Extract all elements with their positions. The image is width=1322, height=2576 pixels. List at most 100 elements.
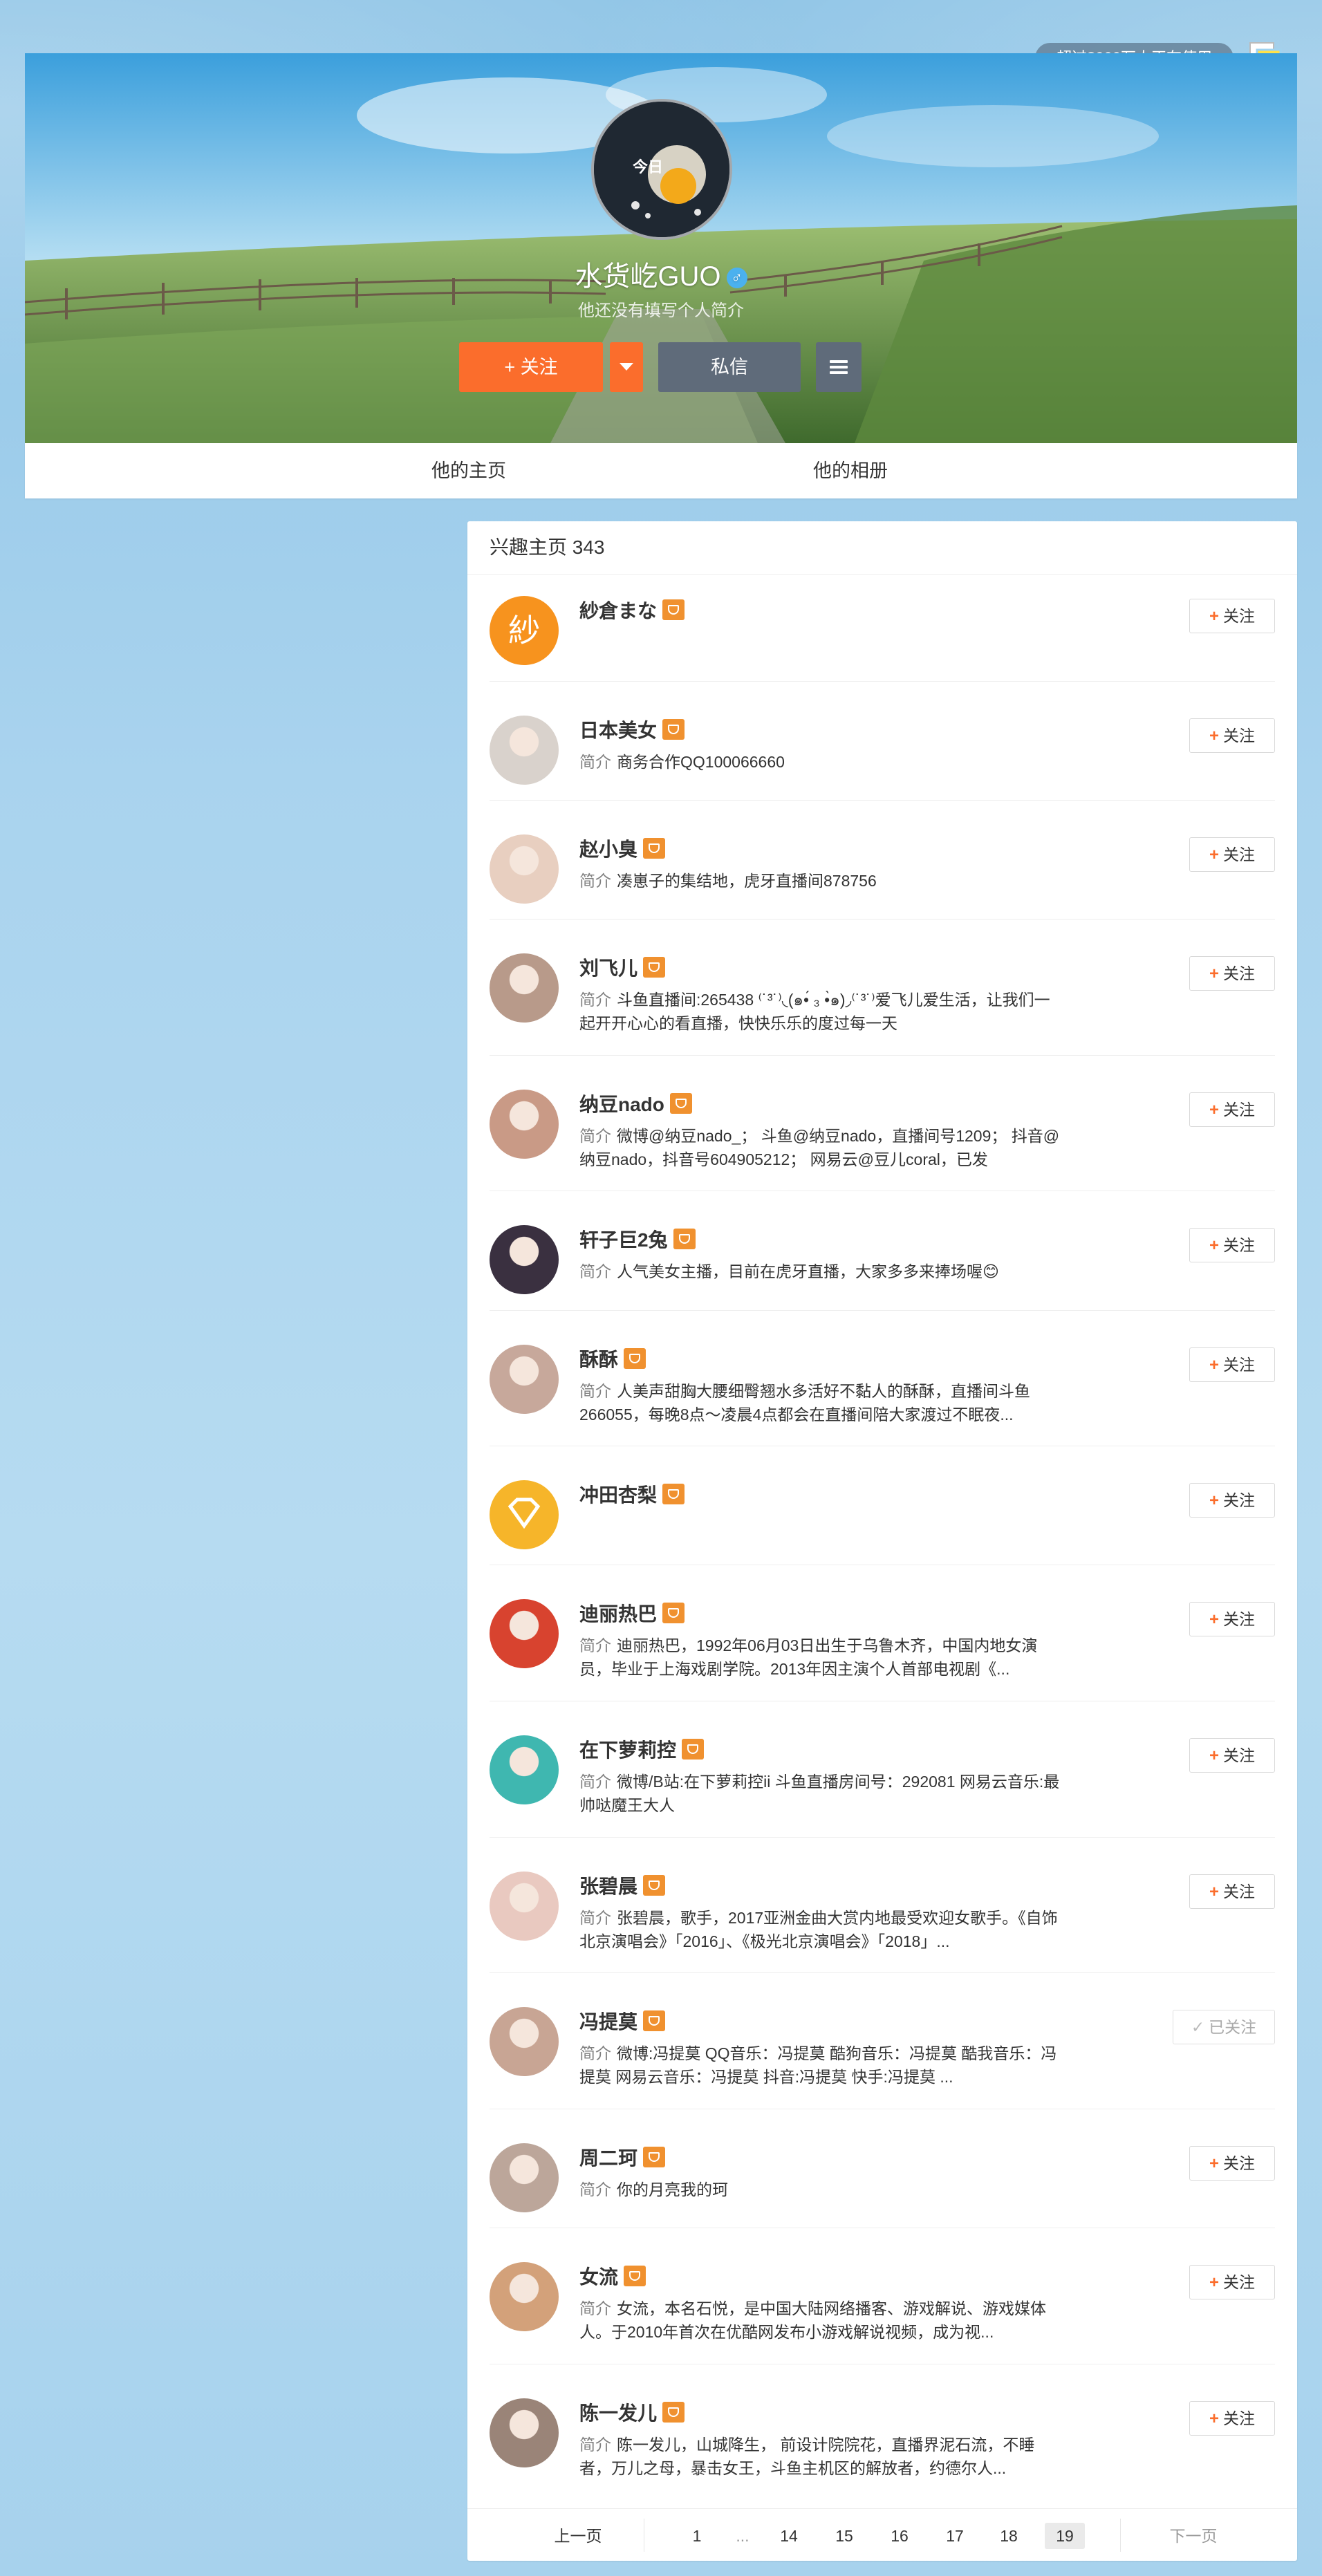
item-avatar[interactable] [490,1480,559,1549]
followed-button[interactable]: ✓ 已关注 [1173,2010,1275,2044]
item-avatar[interactable] [490,1872,559,1941]
item-name[interactable]: 刘飞儿 [579,953,666,979]
follow-dropdown-button[interactable] [610,342,643,392]
follow-item-button[interactable]: + 关注 [1189,1874,1275,1909]
divider [490,800,1275,801]
divider [490,1055,1275,1056]
item-avatar[interactable] [490,1090,559,1159]
item-avatar[interactable] [490,1345,559,1414]
follow-item-button[interactable]: + 关注 [1189,956,1275,991]
tab-home[interactable]: 他的主页 [431,443,506,498]
item-name-text[interactable]: 赵小臭 [579,839,637,860]
intro-text: 微博/B站:在下萝莉控ii 斗鱼直播房间号：292081 网易云音乐:最帅哒魔王… [579,1773,1060,1814]
tab-album[interactable]: 他的相册 [813,443,888,498]
intro-text: 女流，本名石悦，是中国大陆网络播客、游戏解说、游戏媒体人。于2010年首次在优酷… [579,2299,1046,2341]
item-name-text[interactable]: 女流 [579,2266,618,2288]
item-avatar[interactable]: 紗 [490,596,559,665]
item-name-text[interactable]: 刘飞儿 [579,958,637,979]
page-link[interactable]: 1 [683,2523,711,2549]
male-gender-icon: ♂ [726,268,747,289]
item-intro: 简介 陈一发儿，山城降生， 前设计院院花，直播界泥石流，不睡者，万儿之母，暴击女王… [579,2433,1063,2480]
follow-item-button[interactable]: + 关注 [1189,1347,1275,1382]
interest-pages-card: 兴趣主页 343 紗紗倉まな + 关注 日本美女 简介 商务合作QQ100066660 + 关… [467,521,1297,2561]
item-name-text[interactable]: 紗倉まな [579,600,657,622]
item-name[interactable]: 轩子巨2兔 [579,1225,696,1251]
intro-text: 你的月亮我的珂 [617,2181,728,2199]
follow-item-button[interactable]: + 关注 [1189,599,1275,633]
more-menu-button[interactable] [816,342,862,392]
item-name-text[interactable]: 酥酥 [579,1349,618,1370]
item-avatar[interactable] [490,953,559,1023]
item-intro: 简介 斗鱼直播间:265438 ⁽˙³˙⁾◟(๑•́ ₃ •̀๑)◞⁽˙³˙⁾爱飞… [579,988,1063,1035]
prev-page-button[interactable]: 上一页 [537,2523,620,2549]
item-intro: 简介 人气美女主播，目前在虎牙直播，大家多多来捧场喔😊 [579,1260,1063,1283]
follow-item-button[interactable]: + 关注 [1189,837,1275,872]
item-name[interactable]: 紗倉まな [579,596,685,622]
private-message-button[interactable]: 私信 [658,342,801,392]
item-name[interactable]: 纳豆nado [579,1090,692,1115]
page-link[interactable]: 17 [938,2523,972,2549]
divider [467,574,1297,575]
item-name[interactable]: 在下萝莉控 [579,1735,705,1761]
follow-label: 关注 [1223,1610,1255,1628]
check-icon: ✓ [1191,2018,1205,2036]
item-name[interactable]: 冲田杏梨 [579,1480,685,1506]
interest-badge-icon [643,957,666,978]
follow-item-button[interactable]: + 关注 [1189,718,1275,753]
follow-item-button[interactable]: + 关注 [1189,1602,1275,1636]
item-avatar[interactable] [490,2007,559,2076]
item-name-text[interactable]: 冲田杏梨 [579,1484,657,1506]
page-link[interactable]: 15 [827,2523,862,2549]
item-avatar[interactable] [490,1735,559,1804]
follow-item-button[interactable]: + 关注 [1189,1483,1275,1518]
item-name-text[interactable]: 陈一发儿 [579,2402,657,2424]
followed-label: 已关注 [1209,2018,1257,2036]
item-avatar[interactable] [490,834,559,904]
profile-avatar[interactable]: 今日 [591,99,732,240]
item-name-text[interactable]: 日本美女 [579,720,657,741]
follow-item-button[interactable]: + 关注 [1189,1092,1275,1127]
follow-item-button[interactable]: + 关注 [1189,2265,1275,2299]
item-avatar[interactable] [490,1225,559,1294]
plus-icon: + [1209,1883,1219,1901]
item-avatar[interactable] [490,2262,559,2331]
item-name-text[interactable]: 纳豆nado [579,1094,664,1115]
item-name-text[interactable]: 周二珂 [579,2147,637,2169]
follow-item-button[interactable]: + 关注 [1189,2401,1275,2436]
page-link[interactable]: 14 [772,2523,806,2549]
item-name-text[interactable]: 迪丽热巴 [579,1603,657,1625]
item-avatar[interactable] [490,2398,559,2467]
page-link-current[interactable]: 19 [1045,2523,1085,2549]
intro-label: 简介 [579,2299,611,2317]
interest-badge-icon [643,1875,666,1896]
follow-label: 关注 [1223,727,1255,745]
follow-item-button[interactable]: + 关注 [1189,1738,1275,1773]
item-name[interactable]: 冯提莫 [579,2007,666,2033]
item-avatar[interactable] [490,2143,559,2212]
item-name[interactable]: 迪丽热巴 [579,1599,685,1625]
item-name-text[interactable]: 轩子巨2兔 [579,1229,668,1251]
item-name[interactable]: 陈一发儿 [579,2398,685,2424]
item-name[interactable]: 酥酥 [579,1345,646,1370]
item-name[interactable]: 张碧晨 [579,1872,666,1897]
item-name-text[interactable]: 冯提莫 [579,2011,637,2033]
item-name-text[interactable]: 在下萝莉控 [579,1739,676,1761]
item-name[interactable]: 日本美女 [579,716,685,741]
interest-badge-icon [669,1093,692,1114]
item-intro: 简介 微博:冯提莫 QQ音乐：冯提莫 酷狗音乐：冯提莫 酷我音乐：冯提莫 网易云音… [579,2042,1063,2089]
plus-icon: + [1209,964,1219,983]
follow-item-button[interactable]: + 关注 [1189,2146,1275,2181]
follow-button[interactable]: + 关注 [459,342,603,392]
plus-icon: + [1209,2273,1219,2292]
profile-cover: 今日 水货屹GUO ♂ 他还没有填写个人简介 + 关注 私信 [25,53,1297,443]
item-name[interactable]: 女流 [579,2262,646,2288]
page-link[interactable]: 16 [882,2523,917,2549]
item-name[interactable]: 周二珂 [579,2143,666,2169]
page-link[interactable]: 18 [991,2523,1026,2549]
item-name[interactable]: 赵小臭 [579,834,666,860]
follow-item-button[interactable]: + 关注 [1189,1228,1275,1262]
item-intro: 简介 张碧晨，歌手，2017亚洲金曲大赏内地最受欢迎女歌手。《自饰北京演唱会》「2… [579,1906,1063,1953]
item-name-text[interactable]: 张碧晨 [579,1876,637,1897]
item-avatar[interactable] [490,716,559,785]
item-avatar[interactable] [490,1599,559,1668]
